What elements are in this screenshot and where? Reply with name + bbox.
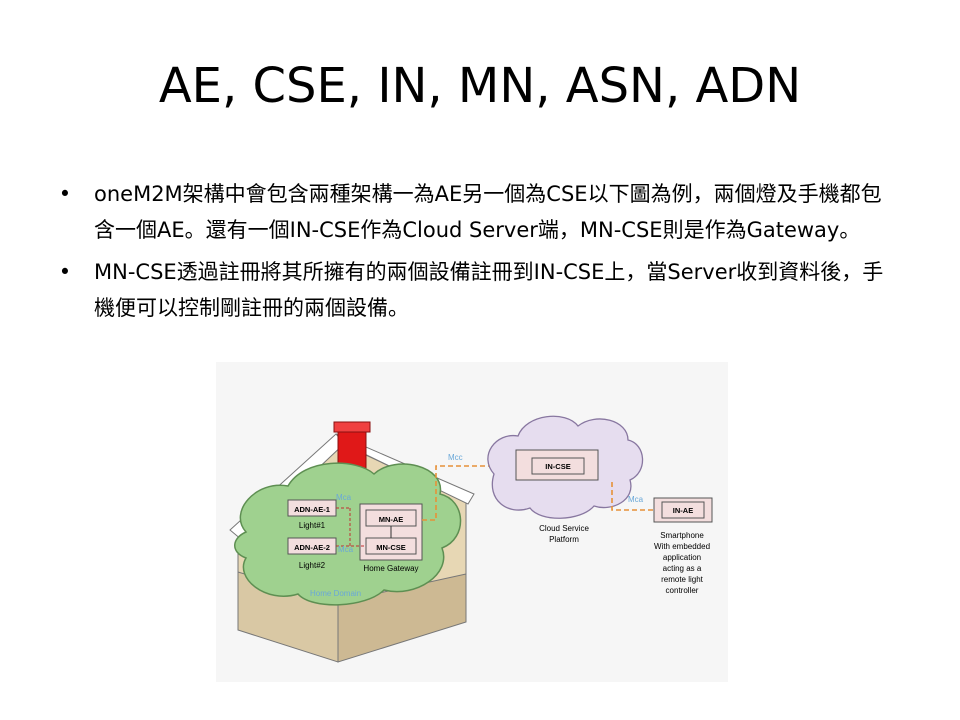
home-domain-label: Home Domain [310,589,361,598]
slide: AE, CSE, IN, MN, ASN, ADN • oneM2M架構中會包含… [0,0,960,720]
home-gateway-label: Home Gateway [363,564,418,573]
mca-lower-label: Mca [338,545,354,554]
mca-right-label: Mca [628,495,644,504]
cloud-label-line1: Cloud Service [539,524,589,533]
in-ae-label: IN-AE [673,506,693,515]
mn-cse-label: MN-CSE [376,543,406,552]
bullet-text: oneM2M架構中會包含兩種架構一為AE另一個為CSE以下圖為例，兩個燈及手機都… [94,182,882,242]
bullet-item: • oneM2M架構中會包含兩種架構一為AE另一個為CSE以下圖為例，兩個燈及手… [58,176,898,248]
bullet-dot-icon: • [58,260,72,284]
bullet-text: MN-CSE透過註冊將其所擁有的兩個設備註冊到IN-CSE上，當Server收到… [94,260,884,320]
adn-ae-2-label: ADN-AE-2 [294,543,330,552]
phone-desc-line: With embedded [654,542,710,551]
phone-desc-line: controller [666,586,699,595]
light2-label: Light#2 [299,561,326,570]
bullet-item: • MN-CSE透過註冊將其所擁有的兩個設備註冊到IN-CSE上，當Server… [58,254,898,326]
cloud-label-line2: Platform [549,535,579,544]
slide-title: AE, CSE, IN, MN, ASN, ADN [158,58,802,114]
diagram-svg: ADN-AE-1 Light#1 ADN-AE-2 Light#2 MN-AE … [216,362,728,682]
in-cse-label: IN-CSE [545,462,570,471]
bullet-dot-icon: • [58,182,72,206]
adn-ae-1-label: ADN-AE-1 [294,505,330,514]
architecture-diagram: ADN-AE-1 Light#1 ADN-AE-2 Light#2 MN-AE … [216,362,728,682]
phone-desc-line: acting as a [663,564,702,573]
phone-desc-line: remote light [661,575,704,584]
mcc-label: Mcc [448,453,463,462]
bullet-list: • oneM2M架構中會包含兩種架構一為AE另一個為CSE以下圖為例，兩個燈及手… [58,176,898,332]
phone-desc-line: Smartphone [660,531,704,540]
mn-ae-label: MN-AE [379,515,404,524]
phone-desc-line: application [663,553,701,562]
mca-upper-label: Mca [336,493,352,502]
light1-label: Light#1 [299,521,326,530]
